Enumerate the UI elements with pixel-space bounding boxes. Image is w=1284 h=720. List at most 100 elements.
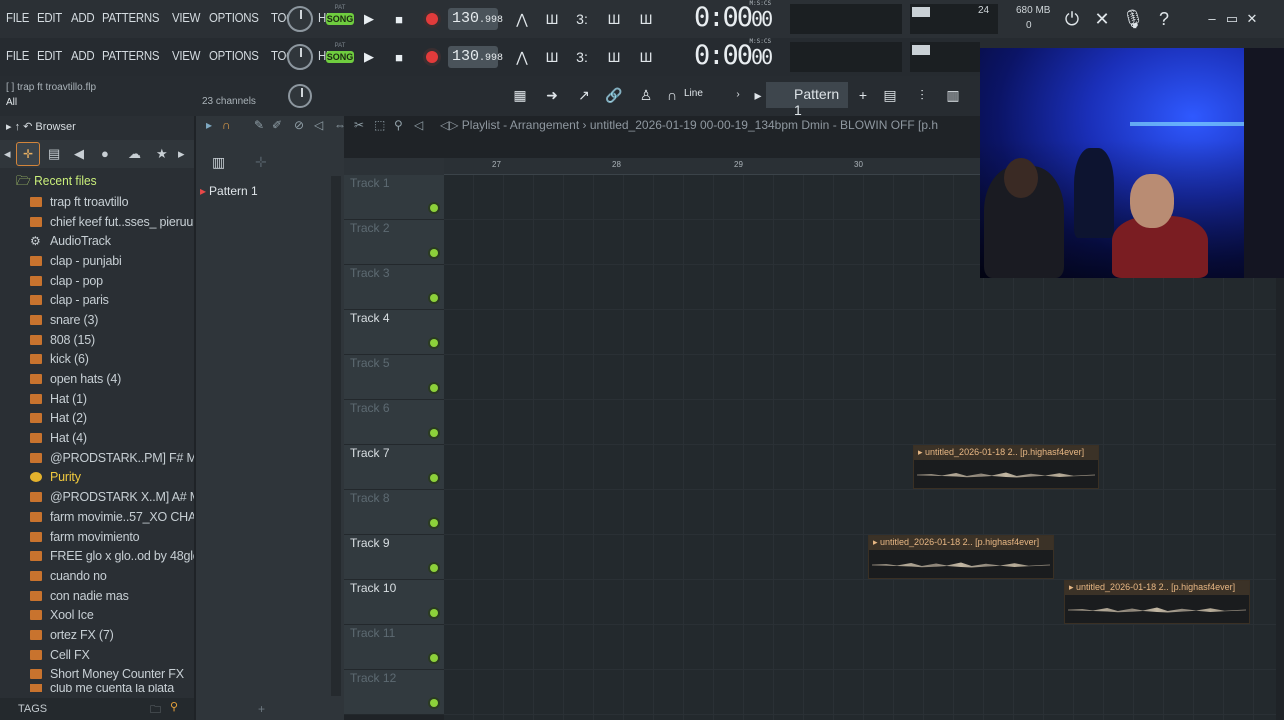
countdown-icon[interactable]: 3: — [570, 8, 594, 30]
track-header[interactable]: Track 11 — [344, 625, 444, 670]
menu-patterns-2[interactable]: PATTERNS — [102, 48, 159, 63]
menu-view[interactable]: VIEW — [172, 10, 200, 25]
list-item[interactable]: Hat (4) — [30, 428, 194, 448]
metronome-icon-2[interactable]: ⋀ — [510, 46, 534, 68]
track-enable-led[interactable] — [430, 204, 438, 212]
link-icon[interactable]: 🔗 — [602, 84, 626, 106]
loop-record-icon-2[interactable]: Ш — [634, 46, 658, 68]
cloud-icon[interactable]: ☁ — [128, 146, 141, 162]
piano-roll-icon[interactable]: ▦ — [508, 84, 532, 106]
list-item[interactable]: ⚙ AudioTrack — [30, 231, 194, 251]
menu-file[interactable]: FILE — [6, 10, 29, 25]
menu-add-2[interactable]: ADD — [71, 48, 95, 63]
menu-edit[interactable]: EDIT — [37, 10, 62, 25]
arrow-right-icon[interactable]: ➜ — [540, 84, 564, 106]
track-header[interactable]: Track 3 — [344, 265, 444, 310]
track-enable-led[interactable] — [430, 339, 438, 347]
list-item[interactable]: chief keef fut..sses_ pieruun — [30, 212, 194, 232]
all-files-icon[interactable]: ✛ — [16, 142, 40, 166]
step-edit-icon-2[interactable]: Ш — [602, 46, 626, 68]
track-enable-led[interactable] — [430, 294, 438, 302]
magnet-icon[interactable]: ∩ — [660, 84, 684, 106]
track-enable-led[interactable] — [430, 384, 438, 392]
list-item[interactable]: @PRODSTARK X..M] A# Minor — [30, 487, 194, 507]
pattern-add-icon[interactable]: + — [851, 84, 875, 106]
record-button-2[interactable] — [426, 51, 438, 63]
piano-icon[interactable]: ▥ — [212, 154, 225, 171]
track-header[interactable]: Track 6 — [344, 400, 444, 445]
track-enable-led[interactable] — [430, 609, 438, 617]
track-enable-led[interactable] — [430, 564, 438, 572]
play-button[interactable]: ▶ — [357, 7, 381, 31]
delete-icon[interactable]: ⊘ — [294, 118, 304, 132]
magnet-snap-icon[interactable]: ∩ — [222, 118, 231, 132]
power-icon[interactable]: ⏻ — [1060, 7, 1084, 31]
track-enable-led[interactable] — [430, 654, 438, 662]
list-item[interactable]: farm movimiento — [30, 527, 194, 547]
stamp-icon[interactable]: ♙ — [634, 84, 658, 106]
browser-filter[interactable]: All — [6, 97, 17, 108]
slice-icon[interactable]: ✂ — [354, 118, 364, 132]
select-icon[interactable]: ⬚ — [374, 118, 385, 132]
track-enable-led[interactable] — [430, 699, 438, 707]
menu-options[interactable]: OPTIONS — [209, 10, 259, 25]
track-header[interactable]: Track 5 — [344, 355, 444, 400]
tempo-display-2[interactable]: 130.998 — [448, 46, 503, 68]
list-item[interactable]: clap - paris — [30, 290, 194, 310]
track-enable-led[interactable] — [430, 429, 438, 437]
list-item[interactable]: Purity — [30, 468, 194, 488]
list-item[interactable]: 808 (15) — [30, 330, 194, 350]
zoom-icon[interactable]: ⚲ — [394, 118, 403, 132]
audio-clip[interactable]: ▸ untitled_2026-01-18 2.. [p.highasf4eve… — [1064, 580, 1250, 624]
list-item[interactable]: con nadie mas — [30, 586, 194, 606]
recent-files-folder[interactable]: 🗁 Recent files — [16, 172, 97, 194]
speaker-icon[interactable]: ◀ — [74, 146, 84, 162]
add-icon[interactable]: ✛ — [255, 154, 267, 171]
list-item[interactable]: Xool Ice — [30, 605, 194, 625]
pattern-scrollbar[interactable] — [331, 176, 341, 696]
track-header[interactable]: Track 2 — [344, 220, 444, 265]
list-item[interactable]: ortez FX (7) — [30, 625, 194, 645]
help-icon[interactable]: ? — [1152, 7, 1176, 31]
track-header[interactable]: Track 8 — [344, 490, 444, 535]
list-item[interactable]: kick (6) — [30, 350, 194, 370]
playlist-icon[interactable]: ▤ — [878, 84, 902, 106]
mixer-icon[interactable]: ⫶ — [910, 84, 934, 106]
search-icon[interactable]: ⚲ — [170, 700, 178, 713]
list-item[interactable]: cuando no — [30, 566, 194, 586]
menu-edit-2[interactable]: EDIT — [37, 48, 62, 63]
step-edit-icon[interactable]: Ш — [602, 8, 626, 30]
menu-options-2[interactable]: OPTIONS — [209, 48, 259, 63]
playback-icon[interactable]: ◁ — [414, 118, 423, 132]
track-header[interactable]: Track 9 — [344, 535, 444, 580]
pencil-icon[interactable]: ✎ — [254, 118, 264, 132]
track-enable-led[interactable] — [430, 474, 438, 482]
main-pitch-knob[interactable] — [288, 84, 312, 108]
pattern-selector[interactable]: Pattern 1 — [766, 82, 848, 118]
plugin-db-icon[interactable]: ● — [101, 146, 109, 161]
list-item[interactable]: club me cuenta la plata — [30, 684, 194, 693]
track-header[interactable]: Track 10 — [344, 580, 444, 625]
menu-view-2[interactable]: VIEW — [172, 48, 200, 63]
list-item[interactable]: @PRODSTARK..PM] F# Major — [30, 448, 194, 468]
slip-icon[interactable]: ⇔ — [334, 118, 346, 132]
list-item[interactable]: open hats (4) — [30, 369, 194, 389]
pattern-list-item[interactable]: Pattern 1 — [200, 184, 258, 198]
audio-clip[interactable]: ▸ untitled_2026-01-18 2.. [p.highasf4eve… — [868, 535, 1054, 579]
loop-record-icon[interactable]: Ш — [634, 8, 658, 30]
record-button[interactable] — [426, 13, 438, 25]
menu-patterns[interactable]: PATTERNS — [102, 10, 159, 25]
list-item[interactable]: clap - punjabi — [30, 251, 194, 271]
microphone-icon[interactable]: 🎙 — [1121, 7, 1145, 31]
list-item[interactable]: farm movimie..57_XO CHAIN — [30, 507, 194, 527]
wait-input-icon[interactable]: Ш — [540, 8, 564, 30]
tools-icon[interactable]: ✕ — [1090, 7, 1114, 31]
menu-file-2[interactable]: FILE — [6, 48, 29, 63]
track-header[interactable]: Track 4 — [344, 310, 444, 355]
mute-icon[interactable]: ◁ — [314, 118, 323, 132]
list-item[interactable]: trap ft troavtillo — [30, 192, 194, 212]
track-enable-led[interactable] — [430, 249, 438, 257]
wait-input-icon-2[interactable]: Ш — [540, 46, 564, 68]
snap-selector[interactable]: Line — [684, 88, 703, 99]
playlist-menu-icon[interactable]: ▸ — [206, 118, 212, 132]
